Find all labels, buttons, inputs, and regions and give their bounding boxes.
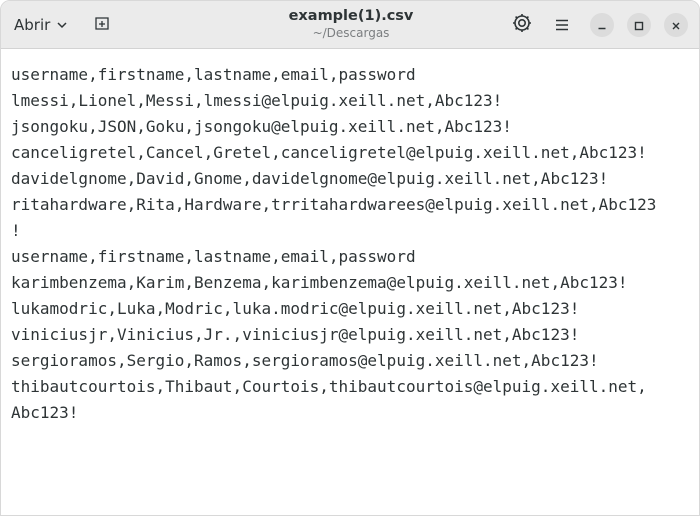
settings-button[interactable] <box>507 10 537 40</box>
text-editor-window: Abrir example(1).csv ~/Descargas usernam… <box>0 0 700 516</box>
text-line: lukamodric,Luka,Modric,luka.modric@elpui… <box>11 299 580 318</box>
text-line: karimbenzema,Karim,Benzema,karimbenzema@… <box>11 273 628 292</box>
main-menu-button[interactable] <box>547 10 577 40</box>
text-line: username,firstname,lastname,email,passwo… <box>11 65 416 84</box>
header-bar: Abrir example(1).csv ~/Descargas <box>1 1 699 49</box>
text-line: ritahardware,Rita,Hardware,trritahardwar… <box>11 195 657 214</box>
document-title: example(1).csv <box>288 8 414 24</box>
text-line: canceligretel,Cancel,Gretel,canceligrete… <box>11 143 647 162</box>
open-button-label: Abrir <box>14 15 51 34</box>
close-button[interactable] <box>664 13 688 37</box>
close-icon <box>671 16 681 35</box>
new-tab-button[interactable] <box>87 10 117 40</box>
settings-icon <box>512 13 532 37</box>
chevron-down-icon <box>56 19 68 31</box>
document-path: ~/Descargas <box>312 26 390 40</box>
open-button[interactable]: Abrir <box>6 9 76 40</box>
text-line: username,firstname,lastname,email,passwo… <box>11 247 416 266</box>
maximize-button[interactable] <box>627 13 651 37</box>
text-line: sergioramos,Sergio,Ramos,sergioramos@elp… <box>11 351 599 370</box>
text-editor-area[interactable]: username,firstname,lastname,email,passwo… <box>1 49 699 515</box>
text-line: viniciusjr,Vinicius,Jr.,viniciusjr@elpui… <box>11 325 580 344</box>
text-line: davidelgnome,David,Gnome,davidelgnome@el… <box>11 169 609 188</box>
text-line: Abc123! <box>11 403 79 422</box>
hamburger-menu-icon <box>555 16 569 35</box>
window-title-block: example(1).csv ~/Descargas <box>201 7 501 41</box>
text-line: thibautcourtois,Thibaut,Courtois,thibaut… <box>11 377 647 396</box>
text-line: lmessi,Lionel,Messi,lmessi@elpuig.xeill.… <box>11 91 503 110</box>
new-tab-icon <box>94 15 110 35</box>
minimize-icon <box>597 16 607 35</box>
text-line: ! <box>11 221 21 240</box>
maximize-icon <box>634 16 644 35</box>
text-line: jsongoku,JSON,Goku,jsongoku@elpuig.xeill… <box>11 117 512 136</box>
minimize-button[interactable] <box>590 13 614 37</box>
